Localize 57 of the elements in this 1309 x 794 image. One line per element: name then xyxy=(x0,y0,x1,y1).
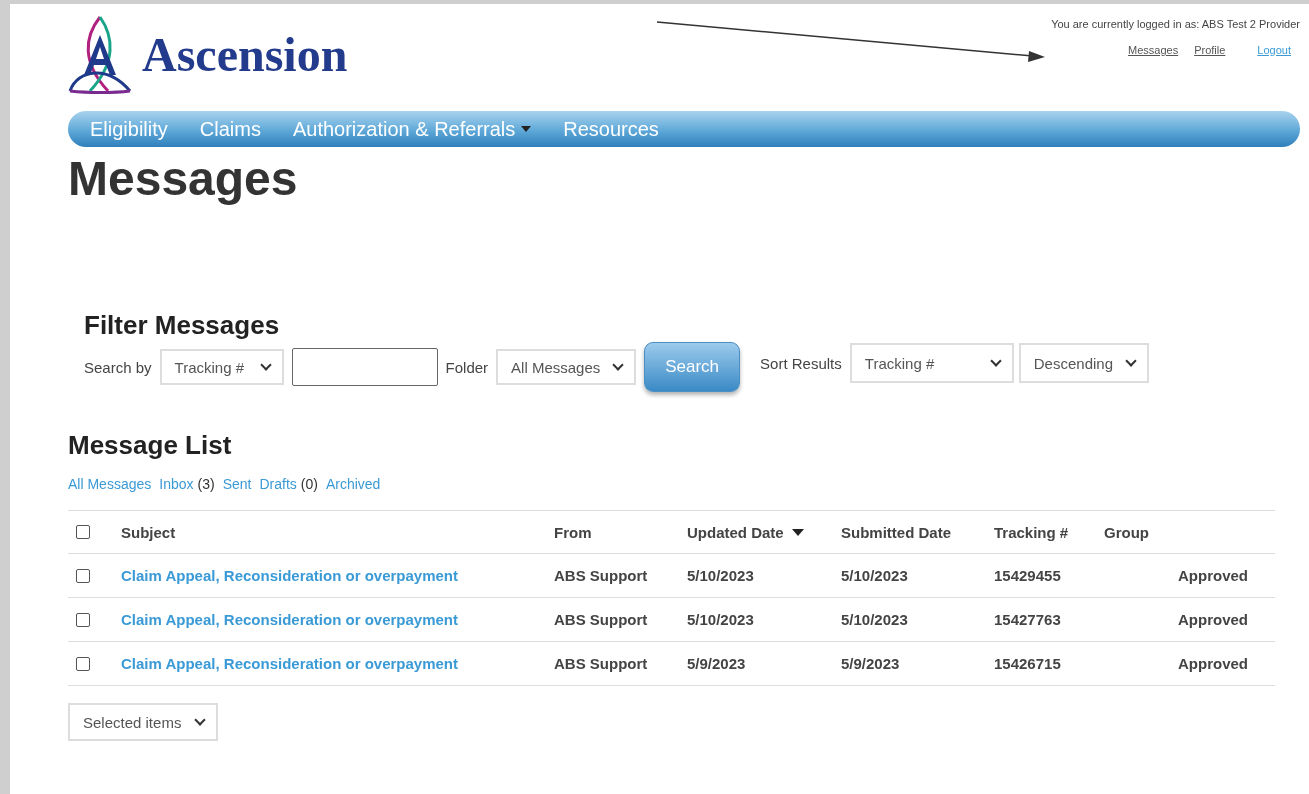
table-cell: Approved xyxy=(1178,611,1248,628)
column-header[interactable]: Updated Date xyxy=(687,523,841,541)
column-header[interactable]: Group xyxy=(1104,523,1178,541)
table-cell: 5/10/2023 xyxy=(841,567,908,584)
row-checkbox[interactable] xyxy=(76,656,90,671)
search-button[interactable]: Search xyxy=(644,342,741,392)
folder-dropdown[interactable]: All Messages xyxy=(496,349,637,385)
table-cell: ABS Support xyxy=(554,611,648,628)
login-status: You are currently logged in as: ABS Test 2 Provider xyxy=(1051,18,1300,30)
nav-item[interactable]: Eligibility xyxy=(90,117,168,141)
field-label: Search by xyxy=(84,358,152,376)
section-title: Message List xyxy=(68,430,233,460)
folder-link[interactable]: Sent xyxy=(222,476,252,492)
field-label: Sort Results xyxy=(760,354,842,372)
table-cell: 5/10/2023 xyxy=(841,611,908,628)
folder-link[interactable]: Inbox xyxy=(159,476,194,492)
table-cell: ABS Support xyxy=(554,655,648,672)
order-dropdown[interactable]: Descending xyxy=(1018,343,1149,383)
table-cell: Approved xyxy=(1178,567,1248,584)
folder-link[interactable]: Drafts xyxy=(259,476,297,492)
page-title: Messages xyxy=(68,151,299,207)
brand-name: Ascension xyxy=(142,26,348,82)
header-link[interactable]: Profile xyxy=(1194,44,1226,56)
table-cell: Approved xyxy=(1178,655,1248,672)
select-all-checkbox[interactable] xyxy=(76,525,90,539)
column-header[interactable]: Submitted Date xyxy=(841,523,994,541)
table-cell: 5/9/2023 xyxy=(841,655,900,672)
table-cell: ABS Support xyxy=(554,567,648,584)
header-link[interactable]: Logout xyxy=(1257,44,1291,56)
table-cell: 15429455 xyxy=(994,567,1061,584)
nav-item[interactable]: Claims xyxy=(199,117,261,141)
table-cell: 5/10/2023 xyxy=(687,611,754,628)
folder-link[interactable]: All Messages xyxy=(68,476,152,492)
table-cell: 15426715 xyxy=(994,655,1061,672)
section-title: Filter Messages xyxy=(84,310,281,340)
nav-item[interactable]: Resources xyxy=(563,117,659,141)
table-cell: 5/10/2023 xyxy=(687,567,754,584)
row-checkbox[interactable] xyxy=(76,612,90,627)
column-header[interactable]: From xyxy=(554,523,687,541)
field-label: Folder xyxy=(445,358,489,376)
column-header[interactable]: Tracking # xyxy=(994,523,1104,541)
subject-link[interactable]: Claim Appeal, Reconsideration or overpayment xyxy=(121,611,459,628)
column-header[interactable]: Subject xyxy=(121,523,554,541)
search-by-dropdown[interactable]: Tracking # xyxy=(159,349,284,385)
folder-link[interactable]: Archived xyxy=(325,476,381,492)
row-checkbox[interactable] xyxy=(76,568,90,583)
nav-item[interactable]: Authorization & Referrals xyxy=(292,117,532,141)
table-cell: 15427763 xyxy=(994,611,1061,628)
folder-count: (0) xyxy=(300,476,318,492)
subject-link[interactable]: Claim Appeal, Reconsideration or overpayment xyxy=(121,567,459,584)
bulk-action-dropdown[interactable]: Selected items xyxy=(68,703,218,741)
table-cell: 5/9/2023 xyxy=(687,655,746,672)
header-link[interactable]: Messages xyxy=(1128,44,1179,56)
sort-dropdown[interactable]: Tracking # xyxy=(849,343,1014,383)
folder-count: (3) xyxy=(197,476,215,492)
subject-link[interactable]: Claim Appeal, Reconsideration or overpayment xyxy=(121,655,459,672)
search-input[interactable] xyxy=(291,348,438,386)
